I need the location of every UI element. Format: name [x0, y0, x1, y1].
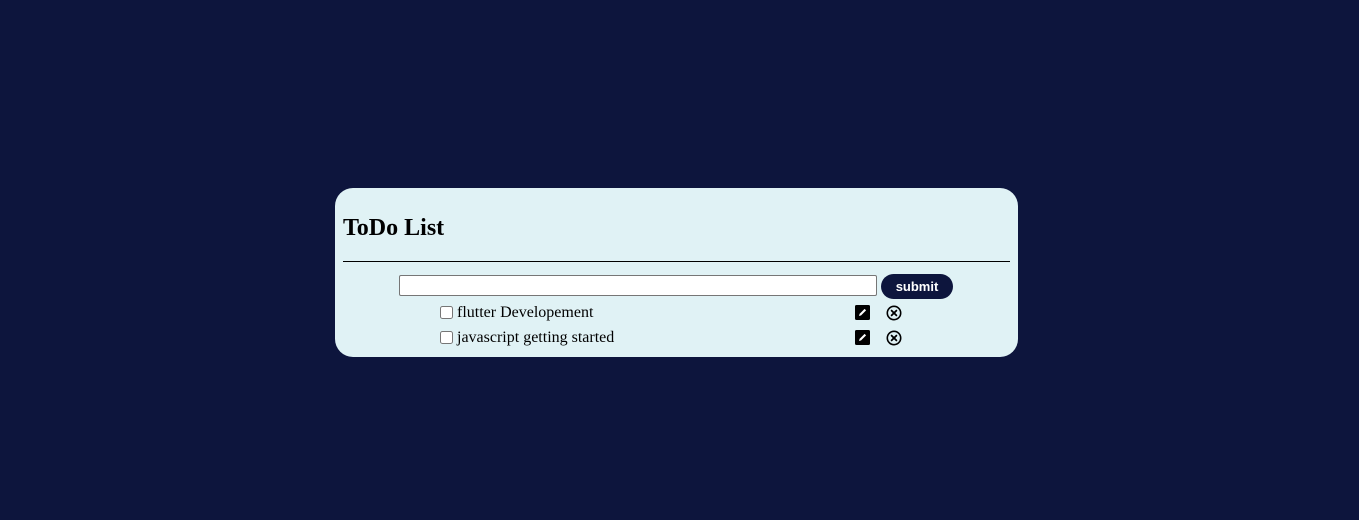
todo-card: ToDo List submit flutter Developement ja…: [335, 188, 1018, 357]
submit-button[interactable]: submit: [881, 274, 953, 299]
page-title: ToDo List: [343, 215, 445, 241]
circle-x-icon[interactable]: [886, 330, 902, 346]
edit-pencil-icon[interactable]: [855, 305, 870, 320]
todo-input[interactable]: [399, 275, 877, 296]
todo-item-label: javascript getting started: [457, 329, 615, 346]
title-divider: [343, 261, 1010, 262]
todo-checkbox[interactable]: [440, 306, 453, 319]
edit-pencil-icon[interactable]: [855, 330, 870, 345]
circle-x-icon[interactable]: [886, 305, 902, 321]
todo-item: javascript getting started: [440, 328, 910, 348]
todo-item-label: flutter Developement: [457, 304, 594, 321]
todo-item: flutter Developement: [440, 303, 910, 323]
todo-checkbox[interactable]: [440, 331, 453, 344]
